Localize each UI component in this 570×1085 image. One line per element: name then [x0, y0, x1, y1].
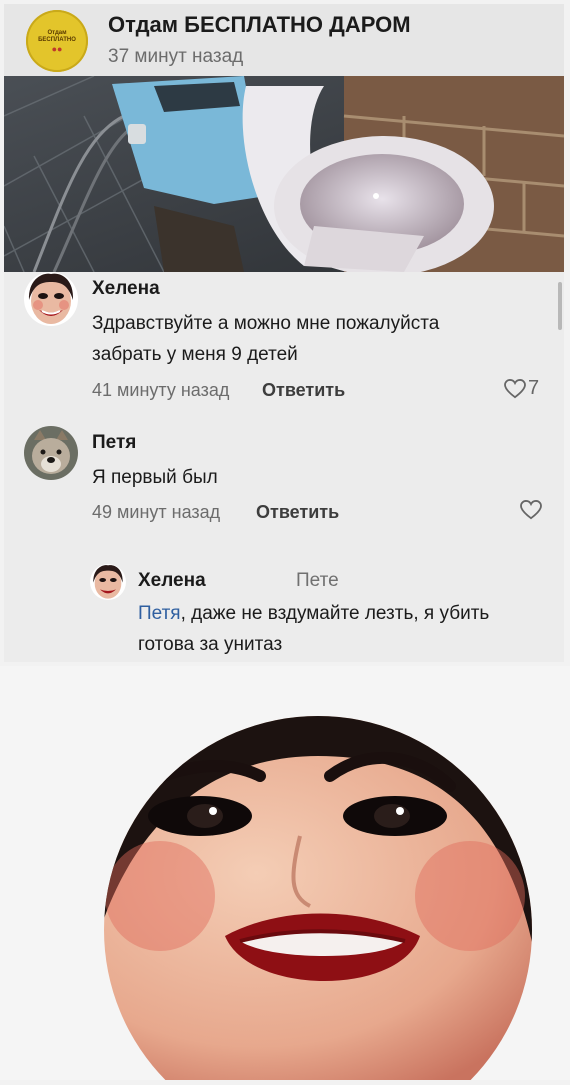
like-button[interactable]: 7 — [504, 377, 539, 400]
avatar[interactable] — [24, 272, 78, 326]
woman-face-icon — [24, 272, 78, 326]
comment-text: Здравствуйте а можно мне пожалуйста забр… — [92, 308, 439, 370]
comment-time: 49 минут назад — [92, 502, 221, 522]
heart-icon — [520, 500, 542, 520]
post-time: 37 минут назад — [108, 46, 244, 67]
reaction-image — [0, 666, 570, 1080]
toilet-photo — [4, 76, 564, 272]
woman-face-icon — [90, 564, 126, 600]
group-avatar[interactable]: Отдам БЕСПЛАТНО ●● — [26, 10, 88, 72]
reply-to[interactable]: Пете — [296, 570, 339, 592]
group-avatar-mark: ●● — [51, 43, 63, 54]
comment-text-line: Я первый был — [92, 467, 218, 488]
reply-author[interactable]: Хелена — [138, 570, 206, 592]
avatar[interactable] — [24, 426, 78, 480]
avatar[interactable] — [90, 564, 126, 600]
reply-button[interactable]: Ответить — [256, 502, 339, 523]
like-count: 7 — [528, 377, 540, 399]
like-button[interactable] — [520, 500, 544, 520]
woman-face-icon — [104, 716, 532, 1080]
dog-face-icon — [24, 426, 78, 480]
reply-text: Петя, даже не вздумайте лезть, я убить г… — [138, 598, 489, 660]
scrollbar[interactable] — [558, 282, 562, 330]
group-avatar-text-1: Отдам — [47, 29, 67, 36]
comment-author[interactable]: Хелена — [92, 278, 160, 300]
group-avatar-text-2: БЕСПЛАТНО — [38, 36, 76, 43]
heart-icon — [504, 378, 526, 398]
comment-text-line: забрать у меня 9 детей — [92, 344, 298, 365]
group-name[interactable]: Отдам БЕСПЛАТНО ДАРОМ — [108, 12, 411, 38]
reply-button[interactable]: Ответить — [262, 380, 345, 401]
reply-text-line: Петя, даже не вздумайте лезть, я убить — [138, 598, 489, 629]
comment-text: Я первый был — [92, 462, 218, 493]
post-header: Отдам БЕСПЛАТНО ●● Отдам БЕСПЛАТНО ДАРОМ… — [4, 4, 564, 76]
comment-text-line: Здравствуйте а можно мне пожалуйста — [92, 313, 440, 334]
reply-text-line: готова за унитаз — [138, 634, 283, 655]
comment-time: 41 минуту назад — [92, 380, 230, 400]
comment-screen: Отдам БЕСПЛАТНО ●● Отдам БЕСПЛАТНО ДАРОМ… — [4, 4, 564, 662]
mention-link[interactable]: Петя — [138, 603, 181, 624]
comment-author[interactable]: Петя — [92, 432, 136, 454]
post-photo[interactable] — [4, 76, 564, 272]
reply-text-rest: , даже не вздумайте лезть, я убить — [180, 603, 490, 624]
